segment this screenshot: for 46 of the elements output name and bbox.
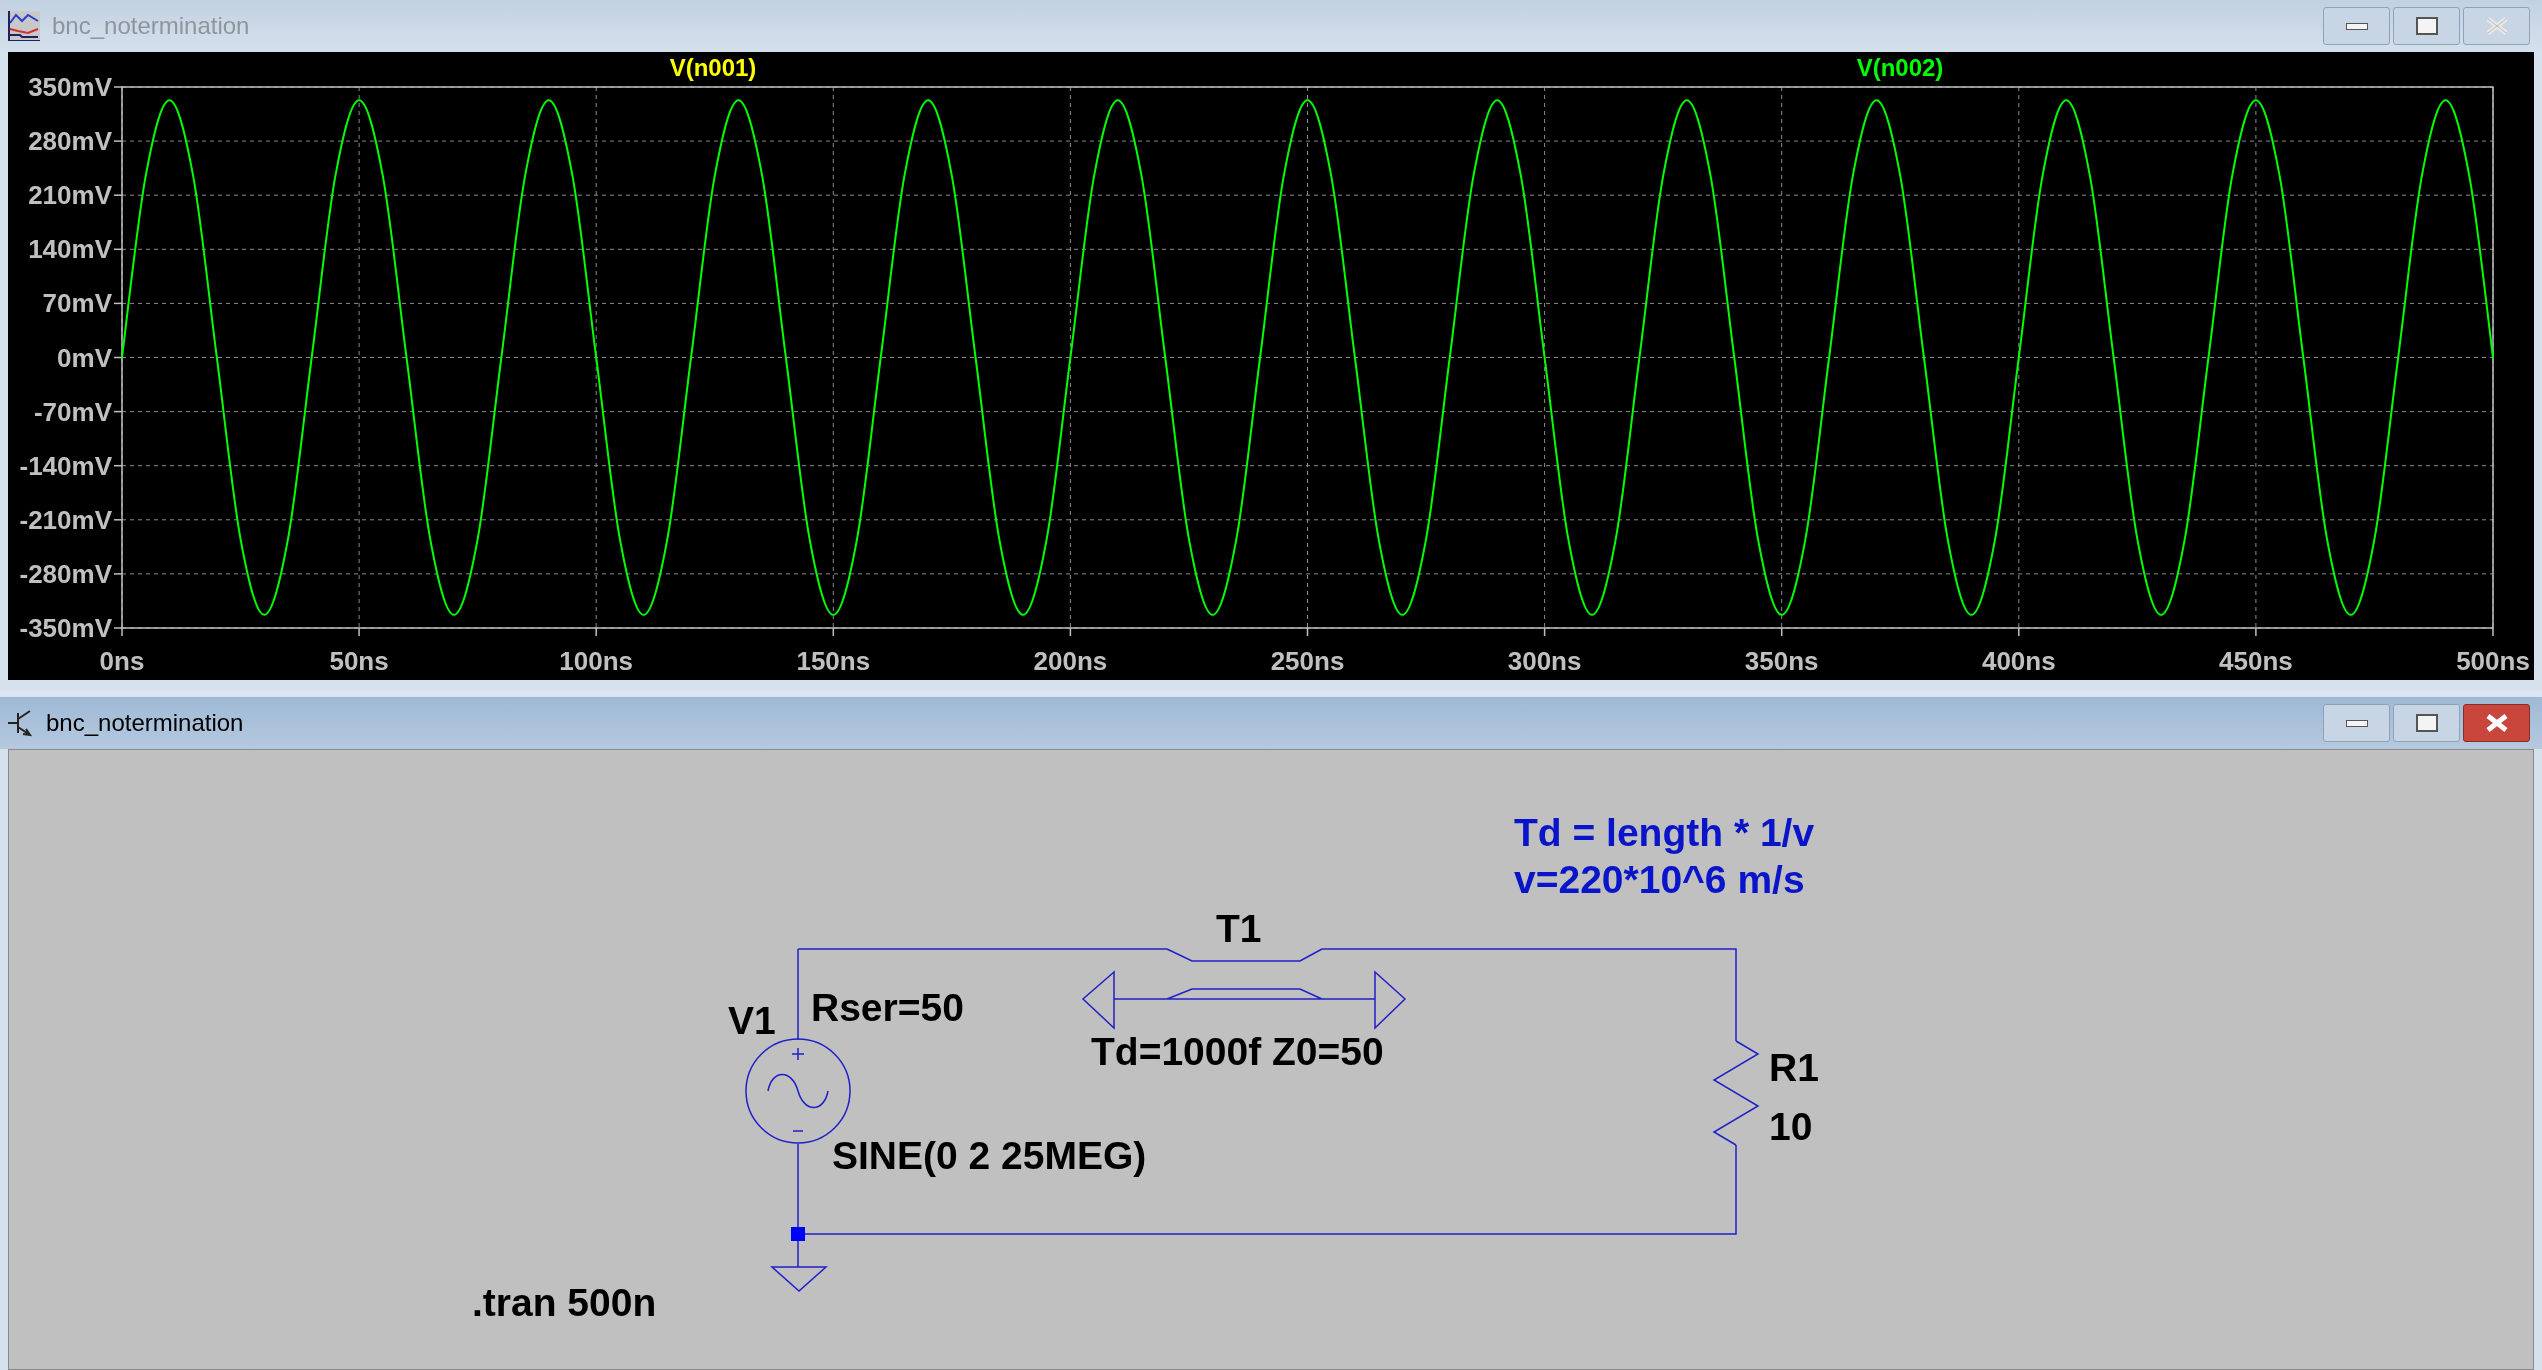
x-tick-label: 350ns [1744, 646, 1819, 676]
component-value: SINE(0 2 25MEG) [832, 1135, 1147, 1175]
component-name: V1 [728, 1000, 776, 1040]
graph-icon [8, 11, 40, 41]
y-tick-label: 280mV [28, 126, 112, 157]
trace-label[interactable]: V(n002) [1856, 54, 1944, 81]
y-tick-label: 70mV [42, 288, 112, 319]
comment-text: v=220*10^6 m/s [1514, 859, 1805, 899]
comment-text: Td = length * 1/v [1514, 812, 1815, 852]
y-tick-label: -140mV [19, 450, 112, 481]
maximize-button[interactable] [2393, 704, 2460, 742]
component-name: R1 [1769, 1047, 1819, 1087]
y-tick-label: 210mV [28, 180, 112, 211]
x-tick-label: 300ns [1507, 646, 1582, 676]
spice-directive: .tran 500n [472, 1282, 657, 1322]
y-tick-label: -280mV [19, 558, 112, 589]
y-tick-label: -210mV [19, 504, 112, 535]
x-tick-label: 500ns [2456, 646, 2530, 676]
close-button[interactable] [2463, 704, 2530, 742]
x-tick-label: 0ns [99, 646, 145, 676]
close-icon [2485, 714, 2508, 732]
component-parameter: Rser=50 [811, 987, 964, 1027]
maximize-button[interactable] [2393, 7, 2460, 45]
minimize-button[interactable] [2323, 704, 2390, 742]
x-tick-label: 400ns [1981, 646, 2056, 676]
component-name: T1 [1216, 908, 1262, 948]
transistor-icon [8, 709, 34, 737]
close-icon [2485, 17, 2508, 35]
x-tick-label: 150ns [796, 646, 871, 676]
x-tick-label: 200ns [1033, 646, 1108, 676]
x-tick-label: 450ns [2219, 646, 2293, 676]
y-tick-label: -70mV [33, 396, 112, 427]
trace-label[interactable]: V(n001) [669, 54, 757, 81]
component-value: 10 [1769, 1106, 1813, 1146]
y-tick-label: 0mV [57, 342, 112, 373]
minimize-button[interactable] [2323, 7, 2390, 45]
y-tick-label: -350mV [19, 613, 112, 643]
x-tick-label: 100ns [559, 646, 634, 676]
x-tick-label: 50ns [329, 646, 389, 676]
window-title: bnc_notermination [52, 11, 250, 41]
ground-symbol [770, 1266, 828, 1292]
window-title: bnc_notermination [46, 708, 244, 738]
x-tick-label: 250ns [1270, 646, 1345, 676]
y-tick-label: 140mV [28, 234, 112, 265]
component-value: Td=1000f Z0=50 [1091, 1031, 1384, 1071]
y-tick-label: 350mV [28, 72, 112, 102]
